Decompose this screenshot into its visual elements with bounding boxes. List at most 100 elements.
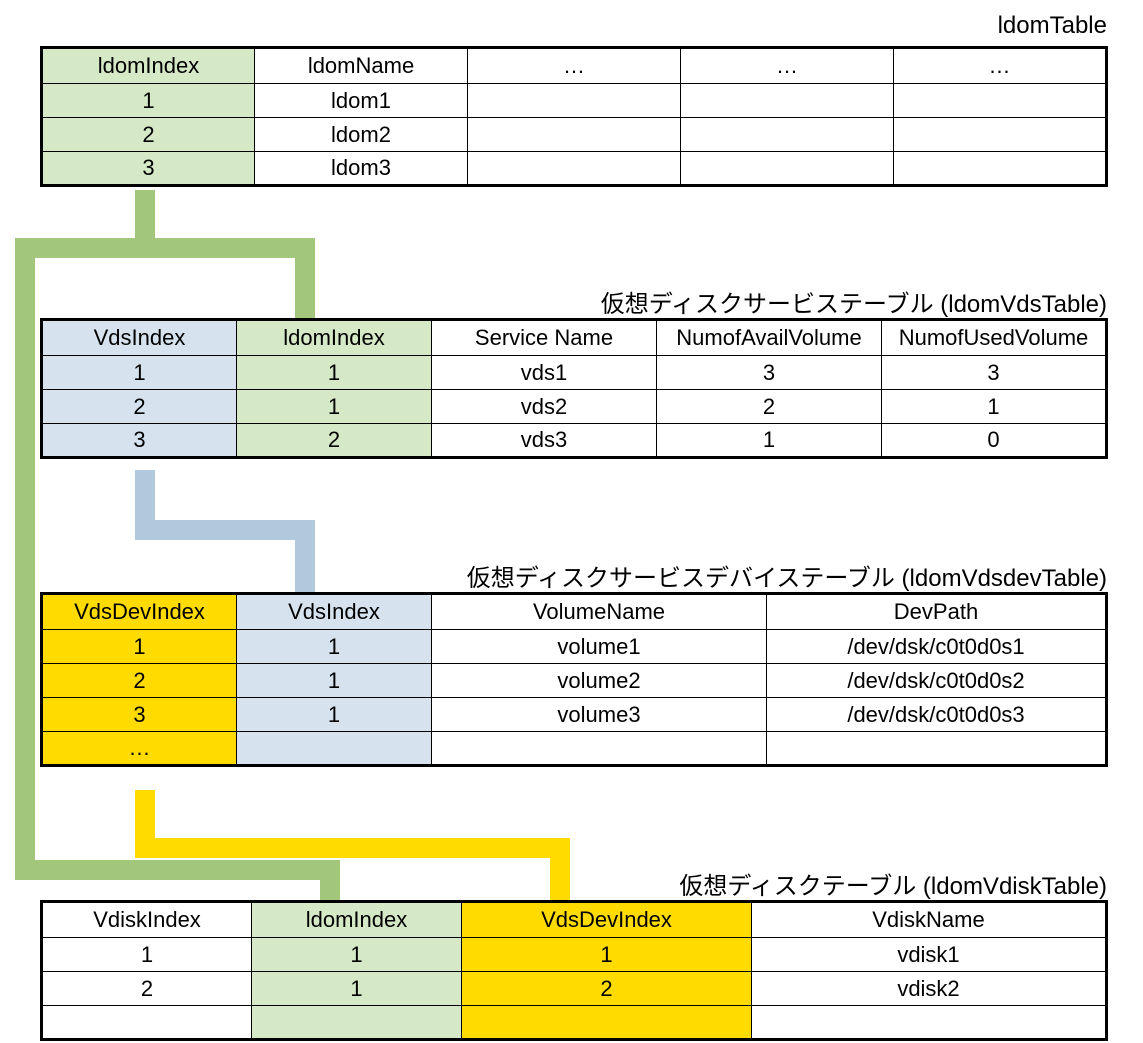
cell-vdsindex — [237, 732, 432, 766]
col-ldomindex: ldomIndex — [252, 902, 462, 938]
cell — [894, 118, 1107, 152]
table-header-row: VdsDevIndex VdsIndex VolumeName DevPath — [42, 594, 1107, 630]
cell-devpath — [767, 732, 1107, 766]
cell: 1 — [882, 390, 1107, 424]
ldom-table: ldomIndex ldomName … … … 1 ldom1 2 ldom2… — [40, 46, 1108, 187]
cell-vdsdevindex: 1 — [462, 938, 752, 972]
cell-vdsindex: 1 — [237, 698, 432, 732]
cell-vdsindex: 3 — [42, 424, 237, 458]
cell — [894, 152, 1107, 186]
cell: 1 — [657, 424, 882, 458]
table-row: 3 1 volume3 /dev/dsk/c0t0d0s3 — [42, 698, 1107, 732]
cell-ldomindex: 1 — [237, 390, 432, 424]
table-header-row: VdiskIndex ldomIndex VdsDevIndex VdiskNa… — [42, 902, 1107, 938]
cell-vdiskindex — [42, 1006, 252, 1040]
cell — [681, 152, 894, 186]
cell-ldomindex: 2 — [42, 118, 255, 152]
cell — [681, 118, 894, 152]
cell-devpath: /dev/dsk/c0t0d0s3 — [767, 698, 1107, 732]
table-row: 3 ldom3 — [42, 152, 1107, 186]
col-numavailvolume: NumofAvailVolume — [657, 320, 882, 356]
cell-vdsdevindex: 1 — [42, 630, 237, 664]
table-row: 1 1 volume1 /dev/dsk/c0t0d0s1 — [42, 630, 1107, 664]
cell-ldomname: ldom2 — [255, 118, 468, 152]
cell-vdsdevindex: 2 — [462, 972, 752, 1006]
cell-vdsindex: 2 — [42, 390, 237, 424]
col-vdsdevindex: VdsDevIndex — [462, 902, 752, 938]
cell-vdsindex: 1 — [42, 356, 237, 390]
title-vdisktable: 仮想ディスクテーブル (ldomVdiskTable) — [679, 866, 1107, 901]
cell-vdiskname — [752, 1006, 1107, 1040]
col-ellipsis: … — [468, 48, 681, 84]
cell-volumename: volume3 — [432, 698, 767, 732]
col-ellipsis: … — [894, 48, 1107, 84]
table-row: 1 ldom1 — [42, 84, 1107, 118]
col-devpath: DevPath — [767, 594, 1107, 630]
cell-devpath: /dev/dsk/c0t0d0s2 — [767, 664, 1107, 698]
cell-servicename: vds2 — [432, 390, 657, 424]
table-row: 3 2 vds3 1 0 — [42, 424, 1107, 458]
title-vdsdevtable: 仮想ディスクサービスデバイステーブル (ldomVdsdevTable) — [467, 558, 1107, 593]
cell: 0 — [882, 424, 1107, 458]
cell-ldomindex: 1 — [252, 938, 462, 972]
cell: 3 — [657, 356, 882, 390]
connector-yellow — [145, 790, 560, 900]
cell-ldomindex: 3 — [42, 152, 255, 186]
cell-vdsdevindex: 2 — [42, 664, 237, 698]
table-row: 2 1 2 vdisk2 — [42, 972, 1107, 1006]
cell-volumename — [432, 732, 767, 766]
table-row: 2 ldom2 — [42, 118, 1107, 152]
table-row: 1 1 vds1 3 3 — [42, 356, 1107, 390]
cell-vdiskindex: 1 — [42, 938, 252, 972]
table-header-row: VdsIndex ldomIndex Service Name NumofAva… — [42, 320, 1107, 356]
cell-ldomindex: 2 — [237, 424, 432, 458]
cell-vdsindex: 1 — [237, 664, 432, 698]
col-vdiskindex: VdiskIndex — [42, 902, 252, 938]
col-vdiskname: VdiskName — [752, 902, 1107, 938]
col-servicename: Service Name — [432, 320, 657, 356]
cell: 2 — [657, 390, 882, 424]
cell — [468, 84, 681, 118]
col-vdsindex: VdsIndex — [237, 594, 432, 630]
diagram-stage: ldomTable ldomIndex ldomName … … … 1 ldo… — [0, 0, 1143, 1043]
cell — [468, 152, 681, 186]
table-row — [42, 1006, 1107, 1040]
cell-vdsdevindex — [462, 1006, 752, 1040]
col-ldomindex: ldomIndex — [42, 48, 255, 84]
cell — [468, 118, 681, 152]
cell-ldomindex — [252, 1006, 462, 1040]
connector-blue — [145, 470, 305, 600]
title-vdstable: 仮想ディスクサービステーブル (ldomVdsTable) — [601, 284, 1107, 319]
table-row: 2 1 vds2 2 1 — [42, 390, 1107, 424]
cell-vdiskname: vdisk1 — [752, 938, 1107, 972]
cell-servicename: vds3 — [432, 424, 657, 458]
cell-ldomindex: 1 — [42, 84, 255, 118]
cell: 3 — [882, 356, 1107, 390]
cell-vdsdevindex: 3 — [42, 698, 237, 732]
title-ldomtable: ldomTable — [998, 12, 1107, 40]
table-header-row: ldomIndex ldomName … … … — [42, 48, 1107, 84]
table-row: 1 1 1 vdisk1 — [42, 938, 1107, 972]
cell-vdiskindex: 2 — [42, 972, 252, 1006]
cell-ldomname: ldom1 — [255, 84, 468, 118]
cell-vdsdevindex: … — [42, 732, 237, 766]
cell-ldomindex: 1 — [252, 972, 462, 1006]
col-ellipsis: … — [681, 48, 894, 84]
cell-ldomindex: 1 — [237, 356, 432, 390]
cell-volumename: volume1 — [432, 630, 767, 664]
col-ldomname: ldomName — [255, 48, 468, 84]
cell-vdiskname: vdisk2 — [752, 972, 1107, 1006]
table-row: … — [42, 732, 1107, 766]
vds-table: VdsIndex ldomIndex Service Name NumofAva… — [40, 318, 1108, 459]
cell-devpath: /dev/dsk/c0t0d0s1 — [767, 630, 1107, 664]
table-row: 2 1 volume2 /dev/dsk/c0t0d0s2 — [42, 664, 1107, 698]
cell-ldomname: ldom3 — [255, 152, 468, 186]
col-vdsindex: VdsIndex — [42, 320, 237, 356]
vdisk-table: VdiskIndex ldomIndex VdsDevIndex VdiskNa… — [40, 900, 1108, 1041]
cell-servicename: vds1 — [432, 356, 657, 390]
col-ldomindex: ldomIndex — [237, 320, 432, 356]
cell — [894, 84, 1107, 118]
cell-vdsindex: 1 — [237, 630, 432, 664]
connector-green — [25, 190, 330, 900]
vdsdev-table: VdsDevIndex VdsIndex VolumeName DevPath … — [40, 592, 1108, 767]
